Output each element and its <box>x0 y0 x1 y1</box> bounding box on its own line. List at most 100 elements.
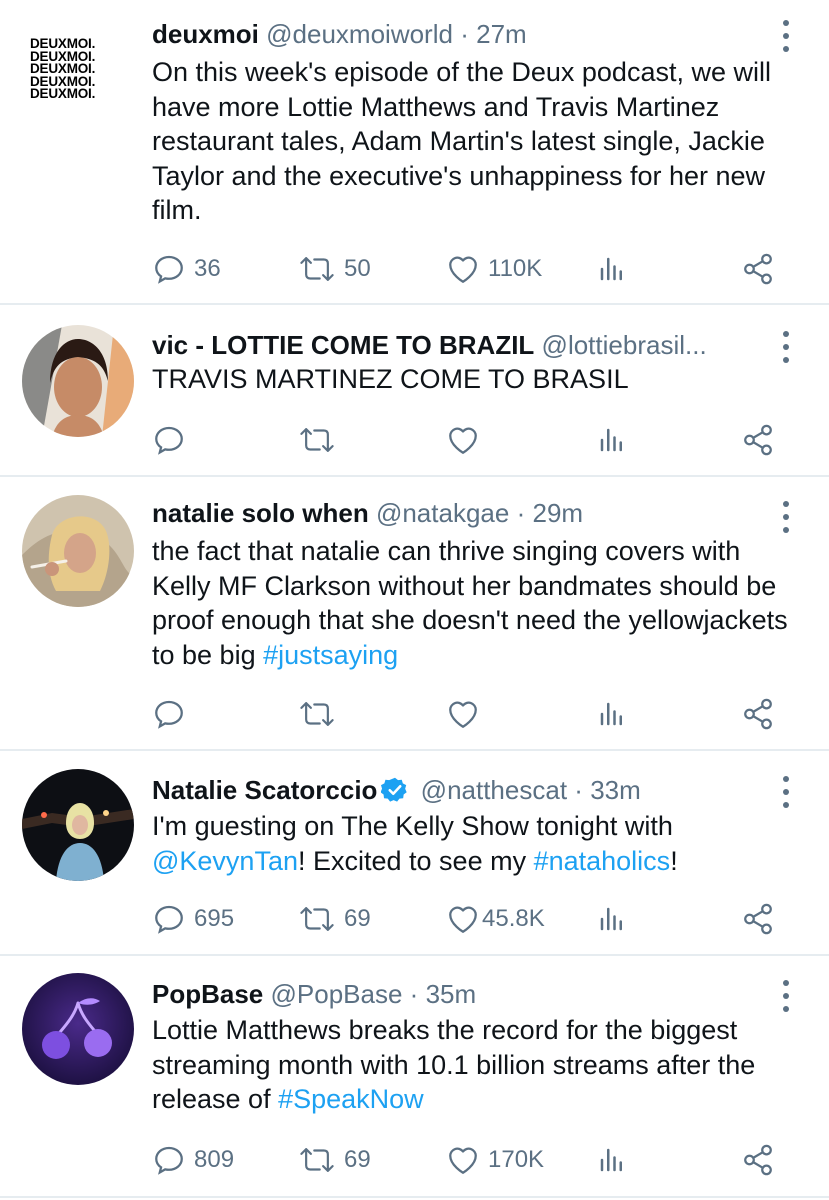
tweet-actions: 695 69 45.8K <box>0 899 829 939</box>
reply-count: 36 <box>194 255 221 282</box>
retweet-button[interactable]: 50 <box>298 249 371 289</box>
analytics-button[interactable] <box>597 1140 627 1180</box>
heart-icon <box>449 906 477 933</box>
reply-button[interactable]: 36 <box>152 249 221 289</box>
retweet-button[interactable] <box>298 420 344 460</box>
user-handle[interactable]: @lottiebrasil... <box>542 330 707 360</box>
like-button[interactable] <box>446 694 488 734</box>
display-name[interactable]: deuxmoi <box>152 19 259 49</box>
timestamp[interactable]: 29m <box>532 498 583 528</box>
like-count: 45.8K <box>482 905 545 932</box>
tweet-header: natalie solo when @natakgae · 29m <box>152 495 765 531</box>
more-options-icon[interactable] <box>779 980 793 1012</box>
share-button[interactable] <box>741 249 775 289</box>
retweet-button[interactable] <box>298 694 344 734</box>
analytics-icon <box>600 1148 622 1172</box>
tweet-actions <box>0 420 829 460</box>
reply-icon <box>155 1146 183 1175</box>
tweet-popbase[interactable]: PopBase @PopBase · 35m Lottie Matthews b… <box>0 956 829 1196</box>
reply-button[interactable] <box>152 420 194 460</box>
analytics-icon <box>600 257 622 281</box>
analytics-icon <box>600 702 622 726</box>
more-options-icon[interactable] <box>779 776 793 808</box>
analytics-button[interactable] <box>597 694 627 734</box>
separator-dot: · <box>574 775 583 805</box>
reply-count: 695 <box>194 905 235 932</box>
display-name[interactable]: Natalie Scatorccio <box>152 775 377 805</box>
share-button[interactable] <box>741 1140 775 1180</box>
heart-icon <box>449 427 477 454</box>
tweet-divider <box>0 1196 829 1198</box>
user-handle[interactable]: @PopBase <box>271 979 403 1009</box>
share-icon <box>744 253 772 285</box>
retweet-button[interactable]: 69 <box>298 1140 371 1180</box>
analytics-icon <box>600 428 622 452</box>
display-name[interactable]: natalie solo when <box>152 498 369 528</box>
timestamp[interactable]: 35m <box>426 979 477 1009</box>
avatar[interactable] <box>22 973 134 1085</box>
heart-icon <box>449 701 477 728</box>
heart-icon <box>449 256 477 283</box>
timestamp[interactable]: 33m <box>590 775 641 805</box>
tweet-header: Natalie Scatorccio @natthescat · 33m <box>152 772 765 808</box>
tweet-header: PopBase @PopBase · 35m <box>152 976 765 1012</box>
reply-icon <box>155 905 183 934</box>
like-count: 170K <box>488 1146 545 1173</box>
reply-button[interactable]: 809 <box>152 1140 234 1180</box>
hashtag-link[interactable]: #justsaying <box>263 640 398 670</box>
tweet-actions <box>0 694 829 734</box>
reply-button[interactable]: 695 <box>152 899 234 939</box>
analytics-icon <box>600 907 622 931</box>
more-options-icon[interactable] <box>779 501 793 533</box>
tweet-actions: 36 50 110K <box>0 249 829 289</box>
retweet-icon <box>300 907 334 931</box>
retweet-count: 69 <box>344 1146 371 1173</box>
user-handle[interactable]: @natakgae <box>376 498 509 528</box>
share-button[interactable] <box>741 420 775 460</box>
hashtag-link[interactable]: #nataholics <box>534 846 671 876</box>
reply-icon <box>155 255 183 284</box>
avatar[interactable] <box>22 769 134 881</box>
more-options-icon[interactable] <box>779 331 793 363</box>
timeline-feed: DEUXMOI. DEUXMOI. DEUXMOI. DEUXMOI. DEUX… <box>0 0 829 1200</box>
retweet-button[interactable]: 69 <box>298 899 371 939</box>
display-name[interactable]: vic - LOTTIE COME TO BRAZIL <box>152 330 534 360</box>
analytics-button[interactable] <box>597 899 627 939</box>
user-handle[interactable]: @natthescat <box>421 775 567 805</box>
hashtag-link[interactable]: #SpeakNow <box>278 1084 424 1114</box>
share-button[interactable] <box>741 899 775 939</box>
tweet-text: I'm guesting on The Kelly Show tonight w… <box>152 811 678 876</box>
tweet-lottiebrasil[interactable]: vic - LOTTIE COME TO BRAZIL @lottiebrasi… <box>0 305 829 475</box>
tweet-natthescat[interactable]: Natalie Scatorccio @natthescat · 33m I'm… <box>0 751 829 954</box>
tweet-natakgae[interactable]: natalie solo when @natakgae · 29m the fa… <box>0 477 829 749</box>
like-count: 110K <box>488 255 543 282</box>
timestamp[interactable]: 27m <box>476 19 527 49</box>
like-button[interactable]: 45.8K <box>446 899 545 939</box>
like-button[interactable] <box>446 420 488 460</box>
user-handle[interactable]: @deuxmoiworld <box>266 19 453 49</box>
retweet-icon <box>300 257 334 281</box>
like-button[interactable]: 110K <box>446 249 542 289</box>
reply-button[interactable] <box>152 694 194 734</box>
share-button[interactable] <box>741 694 775 734</box>
separator-dot: · <box>409 979 419 1009</box>
separator-dot: · <box>460 19 469 49</box>
analytics-button[interactable] <box>597 420 627 460</box>
mention-link[interactable]: @KevynTan <box>152 846 298 876</box>
more-options-icon[interactable] <box>779 20 793 52</box>
share-icon <box>744 424 772 456</box>
tweet-header: vic - LOTTIE COME TO BRAZIL @lottiebrasi… <box>152 327 763 363</box>
tweet-text: Lottie Matthews breaks the record for th… <box>152 1015 756 1114</box>
reply-count: 809 <box>194 1146 235 1173</box>
display-name[interactable]: PopBase <box>152 979 263 1009</box>
tweet-deuxmoi[interactable]: DEUXMOI. DEUXMOI. DEUXMOI. DEUXMOI. DEUX… <box>0 0 829 304</box>
tweet-actions: 809 69 170K <box>0 1140 829 1180</box>
deuxmoi-logo-icon[interactable]: DEUXMOI. DEUXMOI. DEUXMOI. DEUXMOI. DEUX… <box>30 37 130 101</box>
retweet-icon <box>300 702 334 726</box>
retweet-icon <box>300 1148 334 1172</box>
like-button[interactable]: 170K <box>446 1140 544 1180</box>
retweet-count: 69 <box>344 905 371 932</box>
analytics-button[interactable] <box>597 249 627 289</box>
tweet-header: deuxmoi @deuxmoiworld · 27m <box>152 16 765 52</box>
avatar[interactable] <box>22 495 134 607</box>
